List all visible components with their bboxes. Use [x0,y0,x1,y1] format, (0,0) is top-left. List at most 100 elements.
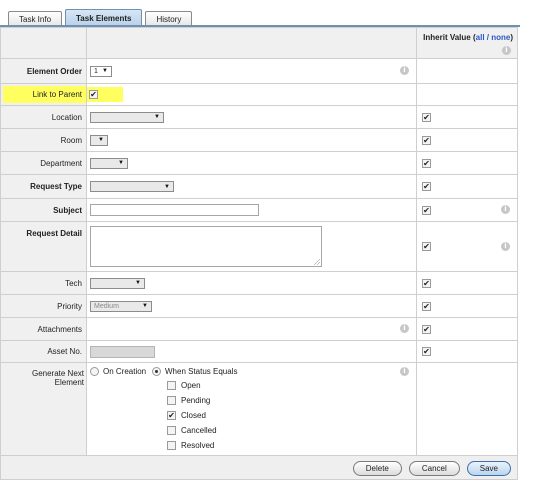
when-status-label: When Status Equals [165,367,238,376]
inherit-priority: ✔ [416,294,518,318]
request-type-label: Request Type [0,174,87,199]
dropdown-arrow-icon: ▼ [118,160,124,166]
inherit-all-link[interactable]: all [476,33,485,42]
request-type-cell: ▼ [86,174,417,199]
location-cell: ▼ [86,105,417,129]
row-subject: Subject ✔ i [0,198,518,222]
header-blank [0,27,87,59]
inherit-tech: ✔ [416,271,518,295]
priority-select[interactable]: Medium ▼ [90,300,152,312]
department-select[interactable]: ▼ [90,157,128,169]
when-status-option[interactable]: When Status Equals [152,367,237,376]
subject-cell [86,198,417,222]
dropdown-arrow-icon: ▼ [142,303,148,309]
inherit-none-link[interactable]: none [491,33,510,42]
inherit-header: Inherit Value (all / none) i [416,27,518,59]
tab-task-info[interactable]: Task Info [8,11,63,26]
on-creation-radio[interactable] [90,367,99,376]
info-icon[interactable]: i [502,46,511,55]
inherit-priority-checkbox[interactable]: ✔ [422,301,431,311]
status-option-pending[interactable]: Pending [167,394,217,406]
row-asset-no: Asset No. ✔ [0,340,518,363]
row-element-order: Element Order 1 ▼ i [0,58,518,84]
inherit-attachments-checkbox[interactable]: ✔ [422,324,431,334]
location-label: Location [0,105,87,129]
inherit-attachments: ✔ [416,317,518,341]
task-element-form: Inherit Value (all / none) i Element Ord… [0,27,518,480]
room-select[interactable]: ▼ [90,134,108,146]
generate-next-cell: On Creation When Status Equals i Open Pe… [86,362,417,456]
on-creation-option[interactable]: On Creation [90,367,146,376]
form-footer-row: Delete Cancel Save [0,455,518,480]
status-option-resolved[interactable]: Resolved [167,439,217,451]
tab-bar: Task Info Task Elements History [8,8,195,26]
request-detail-cell [86,221,417,272]
status-option-cancelled[interactable]: Cancelled [167,424,217,436]
dropdown-arrow-icon: ▼ [98,137,104,143]
row-tech: Tech ▼ ✔ [0,271,518,295]
status-cancelled-checkbox[interactable] [167,425,176,435]
status-pending-checkbox[interactable] [167,395,176,405]
inherit-department-checkbox[interactable]: ✔ [422,158,431,168]
info-icon[interactable]: i [400,367,409,376]
location-select[interactable]: ▼ [90,111,164,123]
inherit-tech-checkbox[interactable]: ✔ [422,278,431,288]
status-closed-checkbox[interactable]: ✔ [167,410,176,420]
when-status-radio[interactable] [152,367,161,376]
info-icon[interactable]: i [501,241,510,251]
attachments-label: Attachments [0,317,87,341]
inherit-request-detail-checkbox[interactable]: ✔ [422,242,431,252]
row-generate-next: Generate Next Element On Creation When S… [0,362,518,456]
tab-task-elements[interactable]: Task Elements [65,9,143,26]
status-option-open[interactable]: Open [167,379,217,391]
inherit-link-to-parent [416,83,518,106]
generate-next-label: Generate Next Element [0,362,87,456]
department-label: Department [0,151,87,175]
request-detail-textarea[interactable] [90,226,322,267]
inherit-room-checkbox[interactable]: ✔ [422,135,431,145]
inherit-asset-no-checkbox[interactable]: ✔ [422,347,431,357]
status-open-checkbox[interactable] [167,380,176,390]
link-to-parent-label: Link to Parent [32,90,82,99]
save-button[interactable]: Save [466,461,511,476]
header-blank-2 [86,27,417,59]
link-to-parent-cell: ✔ [86,83,417,106]
request-detail-label: Request Detail [0,221,87,272]
tech-label: Tech [0,271,87,295]
link-to-parent-checkbox[interactable]: ✔ [89,90,98,100]
inherit-element-order [416,58,518,84]
request-type-select[interactable]: ▼ [90,181,174,192]
info-icon[interactable]: i [400,324,409,333]
info-icon[interactable]: i [501,205,510,214]
form-header-row: Inherit Value (all / none) i [0,27,518,59]
action-buttons: Delete Cancel Save [346,461,511,476]
asset-no-cell [86,340,417,363]
subject-input[interactable] [90,204,259,216]
attachments-cell: i [86,317,417,341]
tech-cell: ▼ [86,271,417,295]
element-order-select[interactable]: 1 ▼ [90,65,112,77]
tech-select[interactable]: ▼ [90,277,145,289]
element-order-label: Element Order [0,58,87,84]
inherit-request-type-checkbox[interactable]: ✔ [422,182,431,192]
resize-grip-icon[interactable] [314,259,320,265]
dropdown-arrow-icon: ▼ [102,68,108,74]
inherit-request-detail: ✔ i [416,221,518,272]
status-resolved-checkbox[interactable] [167,440,176,450]
delete-button[interactable]: Delete [352,461,402,476]
link-to-parent-highlight: Link to Parent [2,86,86,103]
asset-no-label: Asset No. [0,340,87,363]
inherit-room: ✔ [416,128,518,152]
status-option-closed[interactable]: ✔ Closed [167,409,217,421]
tab-history[interactable]: History [145,11,193,26]
asset-no-input[interactable] [90,345,155,358]
inherit-subject-checkbox[interactable]: ✔ [422,205,431,215]
link-to-parent-highlight-2: ✔ [87,86,123,103]
cancel-button[interactable]: Cancel [408,461,460,476]
status-list: Open Pending ✔ Closed Cancelled Resolved [167,379,217,454]
info-icon[interactable]: i [400,66,409,75]
room-cell: ▼ [86,128,417,152]
inherit-location: ✔ [416,105,518,129]
on-creation-label: On Creation [103,367,147,376]
inherit-location-checkbox[interactable]: ✔ [422,112,431,122]
